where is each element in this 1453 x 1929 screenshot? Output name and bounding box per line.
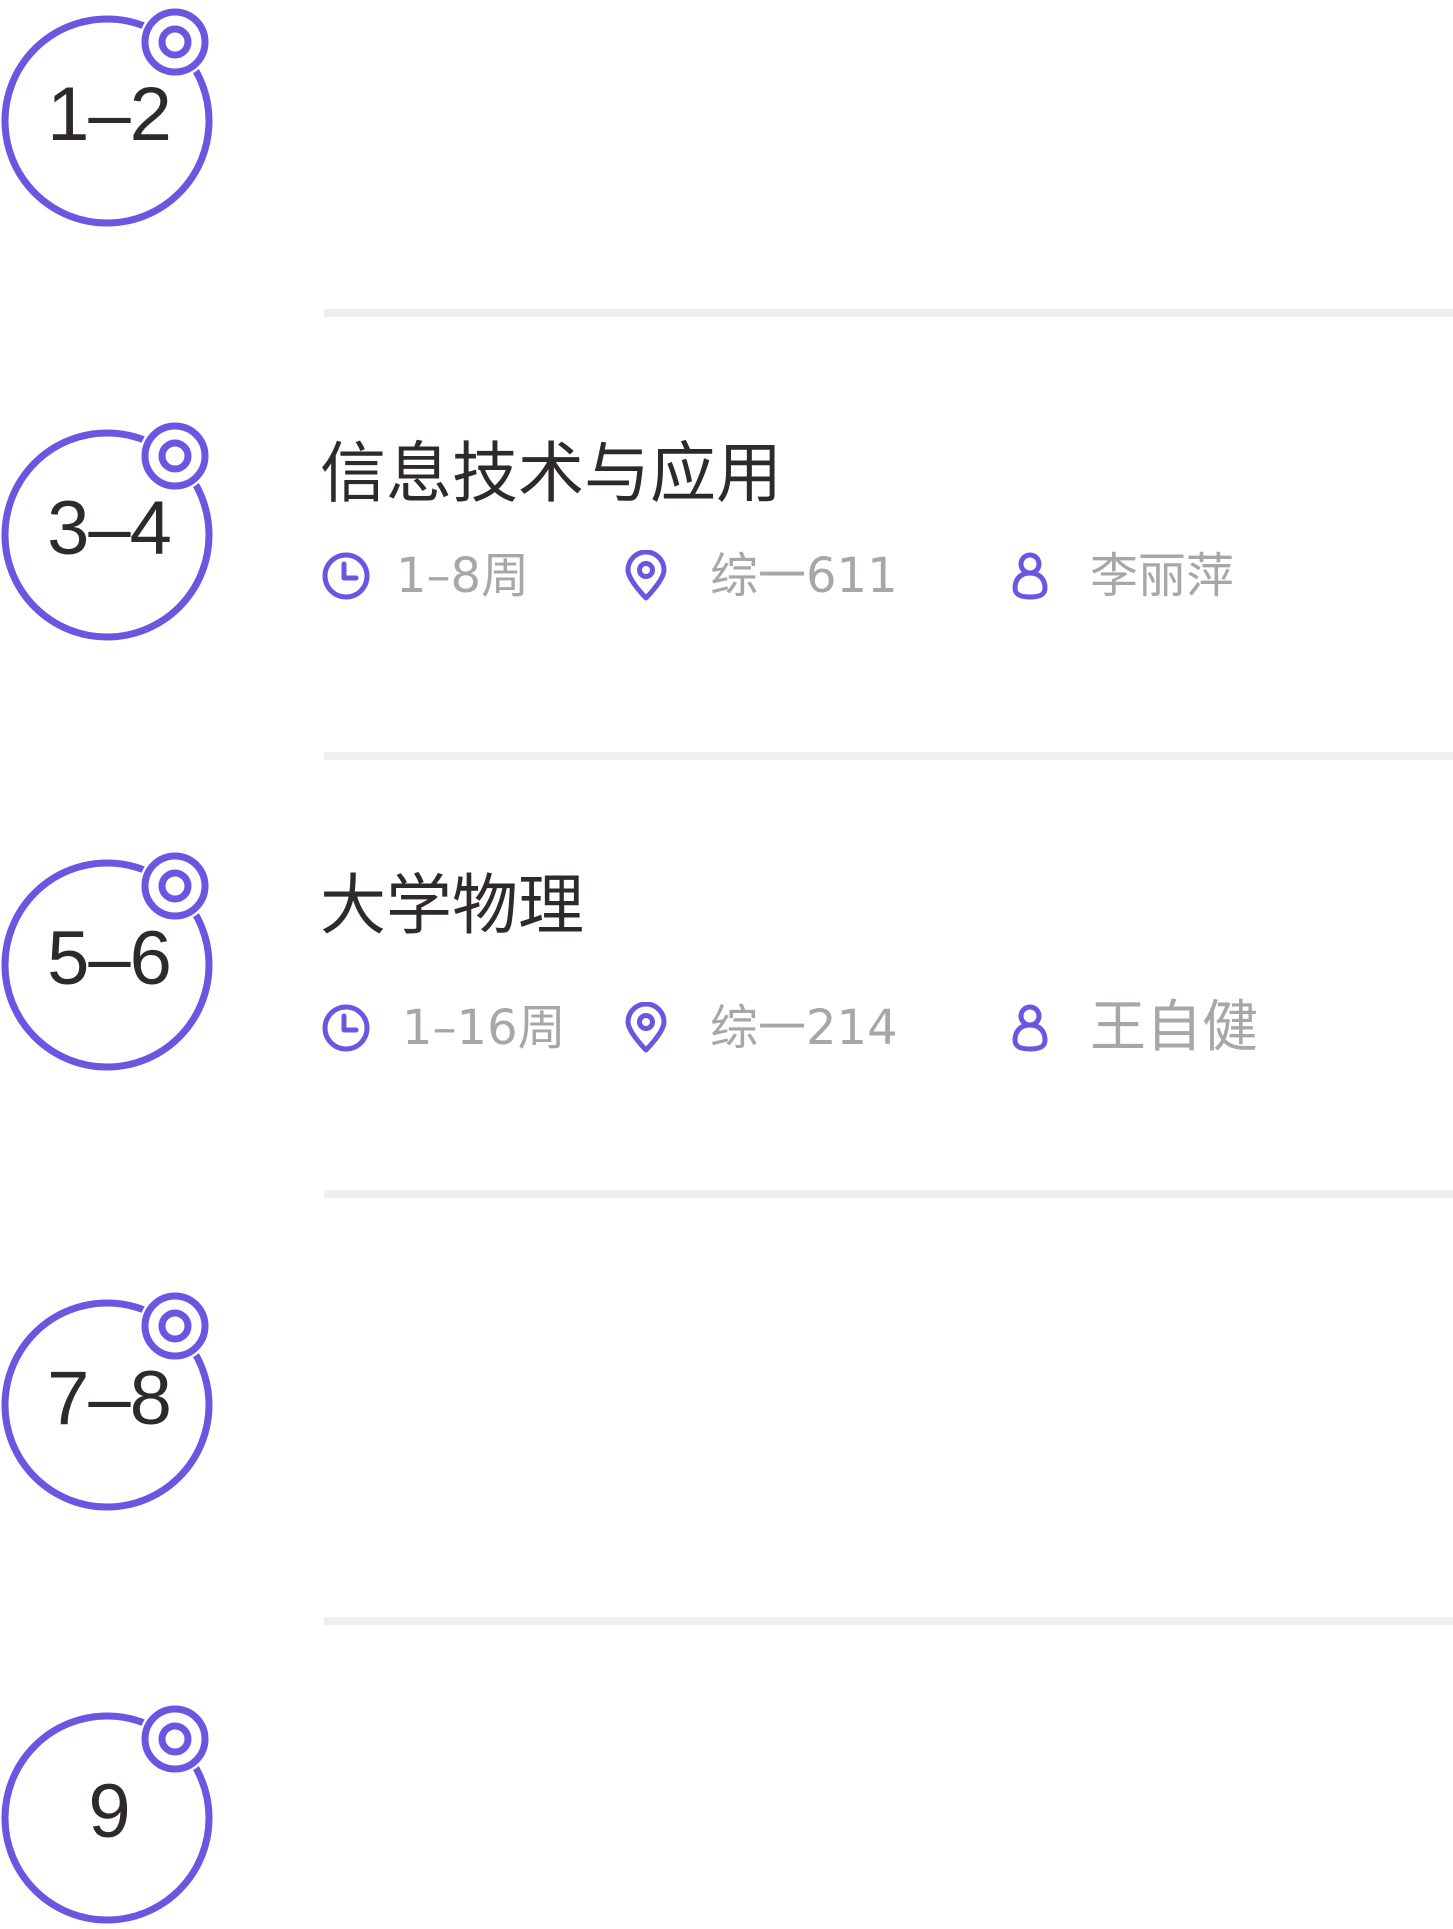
course-name[interactable]: 信息技术与应用 xyxy=(320,434,782,514)
course-room: 综一611 xyxy=(620,544,898,608)
course-teacher: 李丽萍 xyxy=(1004,544,1234,608)
period-row: 5–6 大学物理 1–16周 综一214 王自健 xyxy=(0,844,1453,1074)
course-weeks: 1–8周 xyxy=(320,544,529,608)
person-icon xyxy=(1012,552,1048,600)
course-teacher-text: 王自健 xyxy=(1090,995,1258,1060)
clock-icon xyxy=(322,552,370,600)
period-label: 5–6 xyxy=(47,916,172,1001)
period-label: 7–8 xyxy=(47,1356,172,1441)
course-teacher: 王自健 xyxy=(1004,996,1258,1060)
period-row: 9 xyxy=(0,1697,1453,1927)
divider xyxy=(324,1617,1453,1625)
period-label: 9 xyxy=(88,1769,130,1854)
period-label: 1–2 xyxy=(47,72,172,157)
period-badge: 5–6 xyxy=(0,844,230,1074)
course-room-text: 综一611 xyxy=(710,548,898,604)
course-name[interactable]: 大学物理 xyxy=(320,866,584,946)
course-room-text: 综一214 xyxy=(710,1000,898,1056)
course-weeks-text: 1–16周 xyxy=(402,1000,566,1056)
period-row: 7–8 xyxy=(0,1284,1453,1514)
period-label: 3–4 xyxy=(47,486,172,571)
person-icon xyxy=(1012,1004,1048,1052)
location-pin-icon xyxy=(625,1002,667,1053)
clock-icon xyxy=(322,1004,370,1052)
divider xyxy=(324,1190,1453,1198)
divider xyxy=(324,752,1453,760)
period-row: 3–4 信息技术与应用 1–8周 综一611 李丽萍 xyxy=(0,414,1453,644)
period-badge: 1–2 xyxy=(0,0,230,230)
course-teacher-text: 李丽萍 xyxy=(1090,548,1235,604)
period-row: 1–2 xyxy=(0,0,1453,230)
course-weeks-text: 1–8周 xyxy=(396,548,530,604)
course-room: 综一214 xyxy=(620,996,898,1060)
period-badge: 3–4 xyxy=(0,414,230,644)
location-pin-icon xyxy=(625,550,667,601)
period-badge: 9 xyxy=(0,1697,230,1927)
divider xyxy=(324,309,1453,317)
period-badge: 7–8 xyxy=(0,1284,230,1514)
course-weeks: 1–16周 xyxy=(320,996,566,1060)
